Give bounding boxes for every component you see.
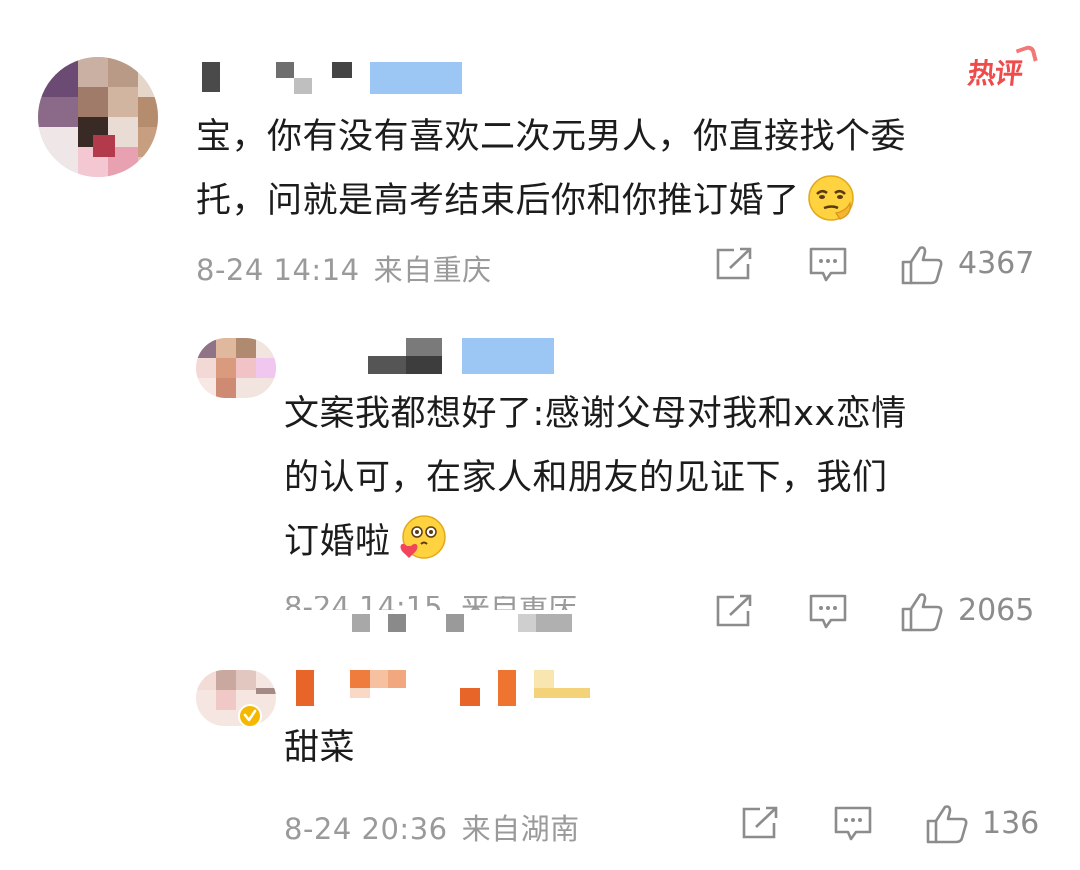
comment-meta: 8-24 14:14 来自重庆 (196, 247, 492, 289)
comment-meta: 8-24 14:15 来自重庆 (284, 596, 577, 610)
thumbs-up-icon[interactable] (900, 244, 944, 286)
share-icon[interactable] (714, 593, 754, 629)
username[interactable] (292, 668, 602, 712)
share-icon[interactable] (740, 805, 780, 841)
comment-location: 来自重庆 (461, 596, 577, 610)
comment-date: 8-24 20:36 (284, 812, 448, 846)
username[interactable] (368, 338, 568, 378)
username[interactable] (200, 60, 470, 100)
avatar[interactable] (196, 670, 276, 726)
thumbs-up-icon[interactable] (900, 591, 944, 633)
comment-text: 甜菜 (284, 728, 356, 768)
share-icon[interactable] (714, 246, 754, 282)
comment-icon[interactable] (833, 805, 873, 843)
comment-text: 宝，你有没有喜欢二次元男人，你直接找个委 托，问就是高考结束后你和你推订婚了 (196, 117, 907, 221)
smirk-emoji-icon (807, 175, 854, 221)
comment-date: 8-24 14:15 (284, 596, 443, 610)
avatar[interactable] (38, 57, 158, 177)
avatar[interactable] (196, 338, 276, 398)
hot-comment-badge: 热评 (966, 43, 1038, 92)
verified-badge-icon (238, 704, 262, 728)
comment-meta: 8-24 20:36 来自湖南 (284, 806, 580, 848)
comment-icon[interactable] (808, 246, 848, 284)
love-emoji-icon (400, 515, 446, 559)
comment-icon[interactable] (808, 593, 848, 631)
like-count: 4367 (958, 246, 1035, 281)
comment-location: 来自湖南 (461, 812, 580, 846)
comment-text: 文案我都想好了:感谢父母对我和xx恋情 的认可，在家人和朋友的见证下，我们 订婚… (284, 394, 907, 562)
like-count: 2065 (958, 593, 1035, 628)
comment-date: 8-24 14:14 (196, 253, 360, 287)
comment-location: 来自重庆 (373, 253, 492, 287)
username[interactable] (352, 614, 582, 638)
like-count: 136 (982, 806, 1040, 841)
thumbs-up-icon[interactable] (925, 803, 969, 845)
